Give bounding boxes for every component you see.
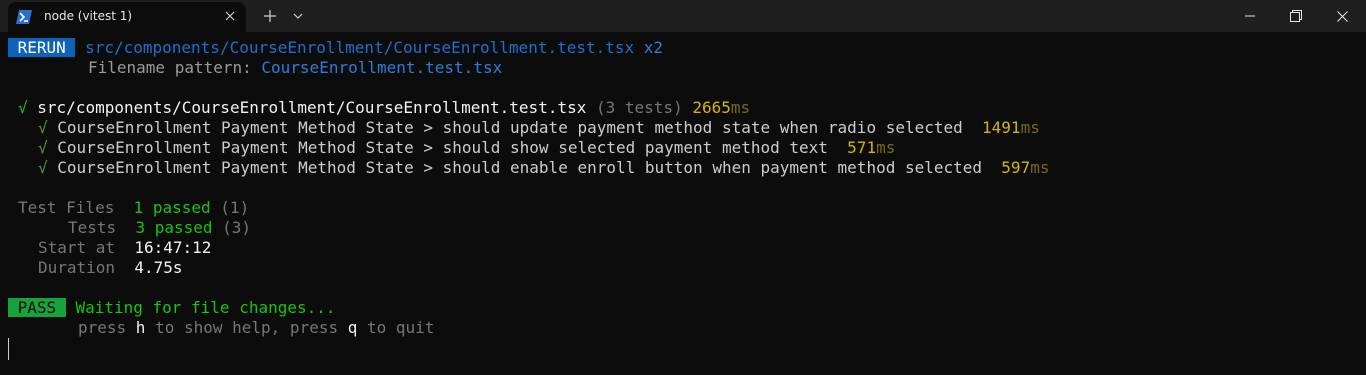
help-text-2: to show help, press xyxy=(145,318,348,337)
filename-pattern-line: Filename pattern: CourseEnrollment.test.… xyxy=(88,58,502,78)
terminal-output[interactable]: RERUN src/components/CourseEnrollment/Co… xyxy=(0,32,1366,375)
minimize-button[interactable] xyxy=(1227,0,1273,32)
suite-time-unit: ms xyxy=(730,98,751,117)
test-time: 1491 xyxy=(982,118,1021,137)
filename-pattern-value: CourseEnrollment.test.tsx xyxy=(261,58,503,77)
summary-tests: Tests 3 passed (3) xyxy=(68,218,251,238)
test-time-unit: ms xyxy=(876,138,896,157)
pass-badge: PASS xyxy=(8,298,66,317)
terminal-tab[interactable]: node (vitest 1) xyxy=(8,2,246,32)
help-key-q: q xyxy=(347,318,358,337)
suite-check-icon: √ xyxy=(18,98,28,117)
rerun-count: x2 xyxy=(643,38,664,57)
tab-title: node (vitest 1) xyxy=(44,9,133,23)
test-time-unit: ms xyxy=(1020,118,1040,137)
test-check-icon: √ xyxy=(38,118,48,137)
minimize-icon xyxy=(1245,15,1255,17)
test-check-icon: √ xyxy=(38,138,48,157)
maximize-icon xyxy=(1290,10,1302,22)
summary-start-at-label: Start at xyxy=(38,238,116,257)
summary-test-files-label: Test Files xyxy=(18,198,115,217)
powershell-icon xyxy=(16,10,32,24)
test-time-unit: ms xyxy=(1030,158,1050,177)
plus-icon xyxy=(264,10,276,22)
close-icon xyxy=(1336,10,1348,22)
pass-message: Waiting for file changes... xyxy=(75,298,336,317)
tab-dropdown-button[interactable] xyxy=(287,5,309,27)
test-name: CourseEnrollment Payment Method State > … xyxy=(57,118,963,137)
close-window-button[interactable] xyxy=(1319,0,1365,32)
summary-test-files-passed: 1 passed xyxy=(133,198,211,217)
help-key-h: h xyxy=(135,318,146,337)
test-time: 597 xyxy=(1001,158,1031,177)
summary-start-at-value: 16:47:12 xyxy=(134,238,212,257)
help-line: press h to show help, press q to quit xyxy=(78,318,434,338)
rerun-line: RERUN src/components/CourseEnrollment/Co… xyxy=(8,38,663,58)
pass-line: PASS Waiting for file changes... xyxy=(8,298,336,318)
summary-duration: Duration 4.75s xyxy=(38,258,183,278)
summary-duration-label: Duration xyxy=(38,258,116,277)
rerun-badge: RERUN xyxy=(8,38,76,57)
test-row: √ CourseEnrollment Payment Method State … xyxy=(38,118,1040,138)
maximize-button[interactable] xyxy=(1273,0,1319,32)
suite-tests-count: (3 tests) xyxy=(596,98,683,117)
summary-tests-total: (3) xyxy=(222,218,252,237)
summary-duration-value: 4.75s xyxy=(134,258,183,277)
suite-path: src/components/CourseEnrollment/CourseEn… xyxy=(37,98,587,117)
test-row: √ CourseEnrollment Payment Method State … xyxy=(38,138,895,158)
tab-close-icon[interactable] xyxy=(220,6,240,26)
summary-test-files: Test Files 1 passed (1) xyxy=(18,198,249,218)
summary-test-files-total: (1) xyxy=(220,198,250,217)
text-cursor xyxy=(8,338,9,360)
test-name: CourseEnrollment Payment Method State > … xyxy=(57,158,983,177)
suite-line: √ src/components/CourseEnrollment/Course… xyxy=(18,98,750,118)
test-time: 571 xyxy=(847,138,877,157)
filename-pattern-label: Filename pattern: xyxy=(88,58,262,77)
summary-tests-label: Tests xyxy=(68,218,117,237)
suite-time: 2665 xyxy=(692,98,731,117)
help-text-1: press xyxy=(78,318,136,337)
test-row: √ CourseEnrollment Payment Method State … xyxy=(38,158,1049,178)
new-tab-button[interactable] xyxy=(259,5,281,27)
chevron-down-icon xyxy=(293,13,303,19)
summary-start-at: Start at 16:47:12 xyxy=(38,238,211,258)
rerun-path: src/components/CourseEnrollment/CourseEn… xyxy=(85,38,635,57)
title-bar: node (vitest 1) xyxy=(0,0,1366,32)
help-text-3: to quit xyxy=(357,318,435,337)
test-check-icon: √ xyxy=(38,158,48,177)
summary-tests-passed: 3 passed xyxy=(135,218,213,237)
test-name: CourseEnrollment Payment Method State > … xyxy=(57,138,828,157)
